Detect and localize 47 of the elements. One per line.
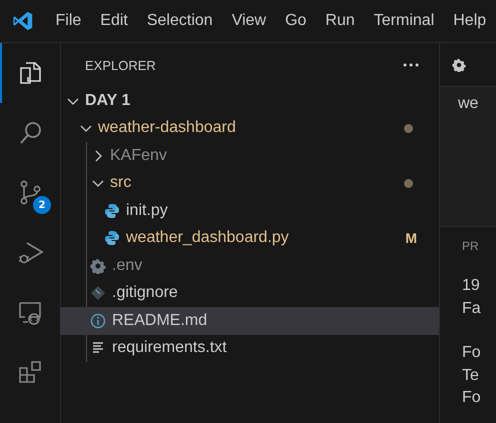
menu-item[interactable]: Edit: [90, 12, 138, 30]
editor-text: Fa: [462, 300, 482, 318]
count-badge: 2: [33, 196, 51, 214]
settings-icon[interactable]: [452, 58, 466, 72]
folder-name: DAY 1: [85, 92, 130, 110]
gear-icon: [90, 258, 106, 274]
folder-name: weather-dashboard: [98, 119, 236, 138]
file-name: requirements.txt: [112, 339, 227, 358]
diamond-icon: [90, 285, 106, 302]
python-icon: [104, 230, 120, 246]
folder-row[interactable]: weather-dashboard: [61, 114, 439, 142]
editor-text: Fo: [462, 389, 482, 408]
panel-heading: PR: [462, 239, 480, 255]
folder-row[interactable]: DAY 1: [61, 87, 439, 114]
file-name: init.py: [126, 202, 168, 220]
editor-text: we: [458, 95, 478, 112]
menu-item[interactable]: View: [222, 12, 276, 30]
file-name: README.md: [112, 312, 208, 330]
editor-text: 19: [462, 277, 481, 296]
info-icon: [90, 312, 106, 329]
activity-tab[interactable]: 2: [0, 163, 60, 223]
file-row[interactable]: requirements.txt: [60, 334, 439, 362]
folder-row[interactable]: src: [60, 170, 439, 197]
git-status-letter: M: [405, 230, 417, 246]
file-row[interactable]: .gitignore: [60, 280, 439, 307]
editor-text: Fo: [462, 344, 482, 363]
file-row[interactable]: README.md: [60, 307, 439, 334]
file-row[interactable]: weather_dashboard.py M: [61, 224, 439, 252]
folder-row[interactable]: KAFenv: [60, 142, 439, 170]
folder-name: KAFenv: [110, 146, 167, 165]
menu-item[interactable]: Go: [276, 12, 316, 30]
folder-name: src: [110, 174, 132, 192]
menu-item[interactable]: Run: [316, 12, 364, 30]
file-row[interactable]: init.py: [61, 197, 439, 224]
app-logo-icon: [12, 10, 34, 32]
file-name: .env: [112, 256, 142, 275]
python-icon: [104, 202, 120, 219]
editor-text: Te: [462, 366, 480, 386]
file-row[interactable]: .env: [60, 252, 439, 280]
file-name: .gitignore: [112, 284, 178, 302]
menu-item[interactable]: Selection: [137, 12, 222, 30]
menu-item[interactable]: Help: [444, 12, 496, 30]
file-name: weather_dashboard.py: [126, 229, 289, 248]
sidebar-title: EXPLORER: [85, 58, 156, 72]
menu-item[interactable]: File: [46, 12, 91, 30]
more-actions-icon[interactable]: [403, 63, 419, 67]
menu-item[interactable]: Terminal: [364, 12, 444, 30]
